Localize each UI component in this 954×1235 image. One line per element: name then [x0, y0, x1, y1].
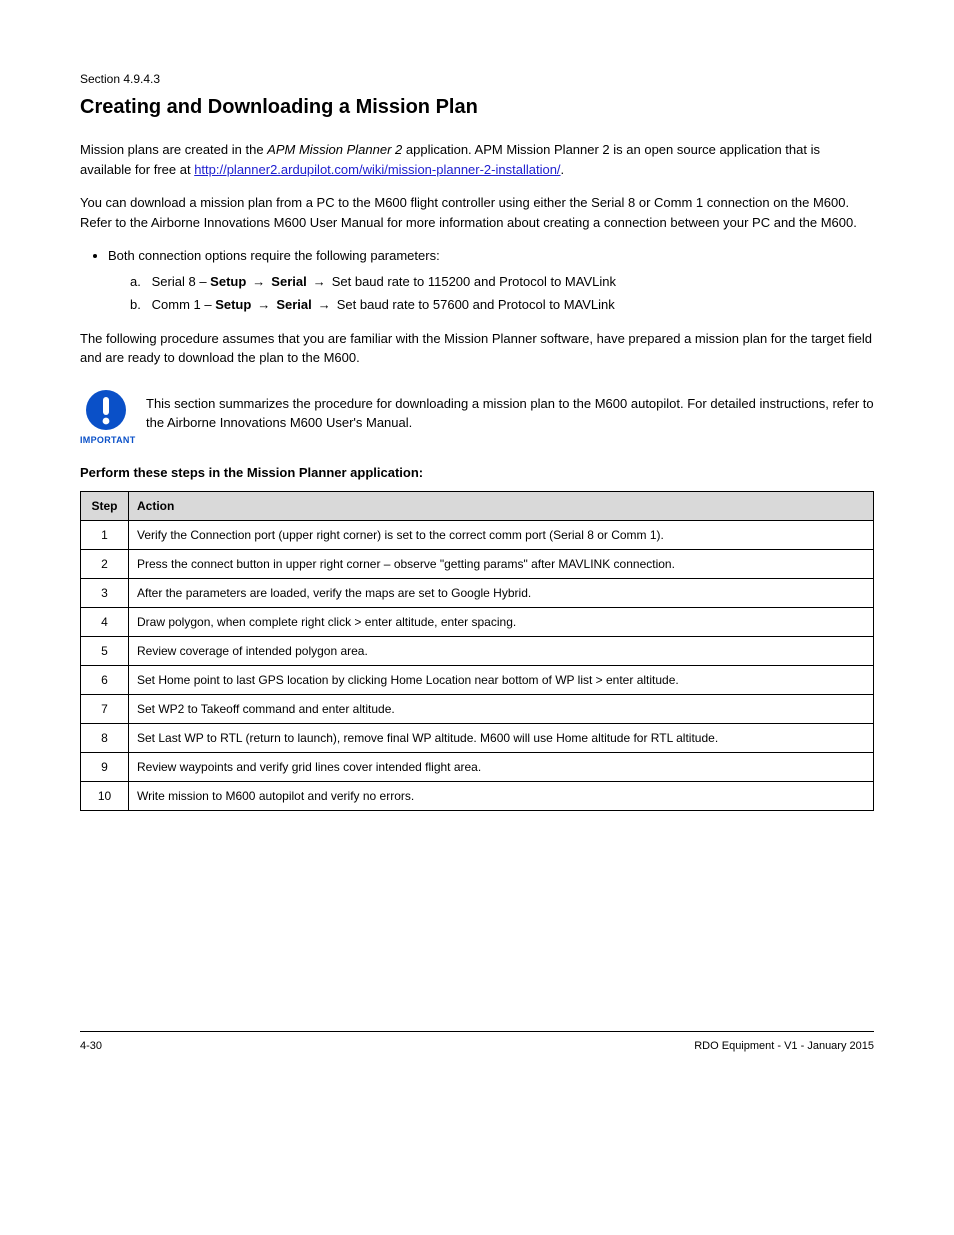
- table-row: 7Set WP2 to Takeoff command and enter al…: [81, 694, 874, 723]
- step-number: 10: [81, 781, 129, 810]
- option-b-step3: Set baud rate to 57600 and Protocol to M…: [337, 297, 615, 312]
- table-row: 9Review waypoints and verify grid lines …: [81, 752, 874, 781]
- options-bullet: Both connection options require the foll…: [108, 246, 874, 315]
- table-row: 3After the parameters are loaded, verify…: [81, 578, 874, 607]
- intro-paragraph-2: You can download a mission plan from a P…: [80, 193, 874, 232]
- installer-link[interactable]: http://planner2.ardupilot.com/wiki/missi…: [194, 162, 560, 177]
- steps-label: Perform these steps in the Mission Plann…: [80, 463, 874, 483]
- steps-table: Step Action 1Verify the Connection port …: [80, 491, 874, 811]
- step-action: Write mission to M600 autopilot and veri…: [129, 781, 874, 810]
- step-number: 7: [81, 694, 129, 723]
- important-callout: IMPORTANT This section summarizes the pr…: [80, 388, 874, 448]
- option-b-prefix: Comm 1 –: [152, 297, 216, 312]
- intro-p1-tail: .: [561, 162, 565, 177]
- table-row: 1Verify the Connection port (upper right…: [81, 520, 874, 549]
- step-number: 9: [81, 752, 129, 781]
- col-action: Action: [129, 491, 874, 520]
- option-b-step1: Setup: [215, 297, 251, 312]
- arrow-right-icon: →: [318, 297, 331, 312]
- intro-paragraph-3: The following procedure assumes that you…: [80, 329, 874, 368]
- intro-p1-emphasis: APM Mission Planner 2: [267, 142, 402, 157]
- step-action: Review waypoints and verify grid lines c…: [129, 752, 874, 781]
- option-a-step1: Setup: [210, 274, 246, 289]
- table-row: 5Review coverage of intended polygon are…: [81, 636, 874, 665]
- option-a: a. Serial 8 – Setup → Serial → Set baud rate…: [130, 272, 874, 292]
- step-number: 1: [81, 520, 129, 549]
- option-b-step2: Serial: [276, 297, 311, 312]
- page-title: Creating and Downloading a Mission Plan: [80, 92, 874, 122]
- intro-paragraph-1: Mission plans are created in the APM Mis…: [80, 140, 874, 179]
- section-label: Section 4.9.4.3: [80, 70, 874, 88]
- footer-page-number: 4-30: [80, 1038, 102, 1055]
- step-action: After the parameters are loaded, verify …: [129, 578, 874, 607]
- arrow-right-icon: →: [257, 297, 270, 312]
- step-action: Set Home point to last GPS location by c…: [129, 665, 874, 694]
- important-body: This section summarizes the procedure fo…: [146, 388, 874, 433]
- option-a-prefix: Serial 8 –: [152, 274, 211, 289]
- col-step: Step: [81, 491, 129, 520]
- step-number: 2: [81, 549, 129, 578]
- option-a-step3: Set baud rate to 115200 and Protocol to …: [332, 274, 616, 289]
- step-action: Set WP2 to Takeoff command and enter alt…: [129, 694, 874, 723]
- table-header-row: Step Action: [81, 491, 874, 520]
- important-label: IMPORTANT: [80, 434, 132, 448]
- step-number: 3: [81, 578, 129, 607]
- arrow-right-icon: →: [252, 274, 265, 289]
- step-action: Draw polygon, when complete right click …: [129, 607, 874, 636]
- footer-doc-info: RDO Equipment - V1 - January 2015: [694, 1038, 874, 1055]
- step-action: Set Last WP to RTL (return to launch), r…: [129, 723, 874, 752]
- footer-divider: [80, 1031, 874, 1032]
- step-number: 6: [81, 665, 129, 694]
- step-number: 8: [81, 723, 129, 752]
- page-footer: 4-30 RDO Equipment - V1 - January 2015: [80, 1038, 874, 1055]
- arrow-right-icon: →: [313, 274, 326, 289]
- options-lead: Both connection options require the foll…: [108, 248, 440, 263]
- step-action: Verify the Connection port (upper right …: [129, 520, 874, 549]
- option-b-label: b.: [130, 295, 148, 315]
- step-action: Press the connect button in upper right …: [129, 549, 874, 578]
- step-number: 4: [81, 607, 129, 636]
- important-icon: IMPORTANT: [80, 388, 132, 448]
- option-a-step2: Serial: [271, 274, 306, 289]
- step-number: 5: [81, 636, 129, 665]
- table-row: 2Press the connect button in upper right…: [81, 549, 874, 578]
- intro-p1-prefix: Mission plans are created in the: [80, 142, 267, 157]
- table-row: 8Set Last WP to RTL (return to launch), …: [81, 723, 874, 752]
- table-row: 10Write mission to M600 autopilot and ve…: [81, 781, 874, 810]
- option-a-label: a.: [130, 272, 148, 292]
- step-action: Review coverage of intended polygon area…: [129, 636, 874, 665]
- table-row: 4Draw polygon, when complete right click…: [81, 607, 874, 636]
- option-b: b. Comm 1 – Setup → Serial → Set baud rate t…: [130, 295, 874, 315]
- table-row: 6Set Home point to last GPS location by …: [81, 665, 874, 694]
